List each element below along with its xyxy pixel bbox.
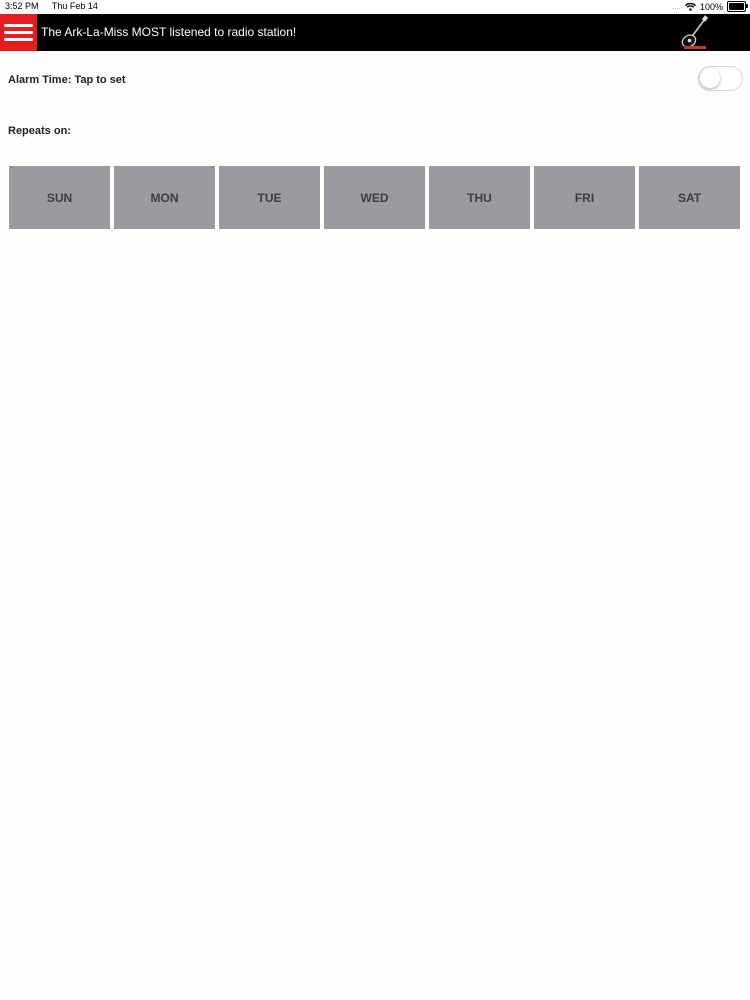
day-button-mon[interactable]: MON	[114, 166, 215, 229]
battery-icon	[727, 1, 748, 12]
status-time: 3:52 PM	[5, 1, 39, 11]
wifi-icon	[684, 2, 696, 11]
hamburger-icon-bar	[4, 31, 33, 34]
days-row: SUN MON TUE WED THU FRI SAT	[9, 166, 741, 229]
alarm-toggle[interactable]	[698, 66, 743, 91]
day-button-sun[interactable]: SUN	[9, 166, 110, 229]
day-button-tue[interactable]: TUE	[219, 166, 320, 229]
day-button-thu[interactable]: THU	[429, 166, 530, 229]
battery-percent: 100%	[699, 1, 723, 12]
day-button-fri[interactable]: FRI	[534, 166, 635, 229]
repeats-label: Repeats on:	[8, 125, 71, 137]
menu-button[interactable]	[0, 14, 37, 51]
status-left: 3:52 PM Thu Feb 14	[5, 1, 109, 11]
status-bar: 3:52 PM Thu Feb 14 .... 100%	[0, 0, 750, 14]
hamburger-icon-bar	[4, 38, 33, 41]
status-date: Thu Feb 14	[51, 1, 98, 11]
header-title: The Ark-La-Miss MOST listened to radio s…	[41, 25, 297, 39]
app-header: The Ark-La-Miss MOST listened to radio s…	[0, 14, 750, 51]
day-button-wed[interactable]: WED	[324, 166, 425, 229]
hamburger-icon-bar	[4, 24, 33, 27]
day-button-sat[interactable]: SAT	[639, 166, 740, 229]
toggle-knob	[700, 68, 720, 88]
signal-dots: ....	[672, 2, 681, 11]
guitar-logo-icon	[678, 15, 712, 50]
status-right: .... 100%	[672, 1, 748, 12]
alarm-time-label[interactable]: Alarm Time: Tap to set	[8, 74, 126, 86]
